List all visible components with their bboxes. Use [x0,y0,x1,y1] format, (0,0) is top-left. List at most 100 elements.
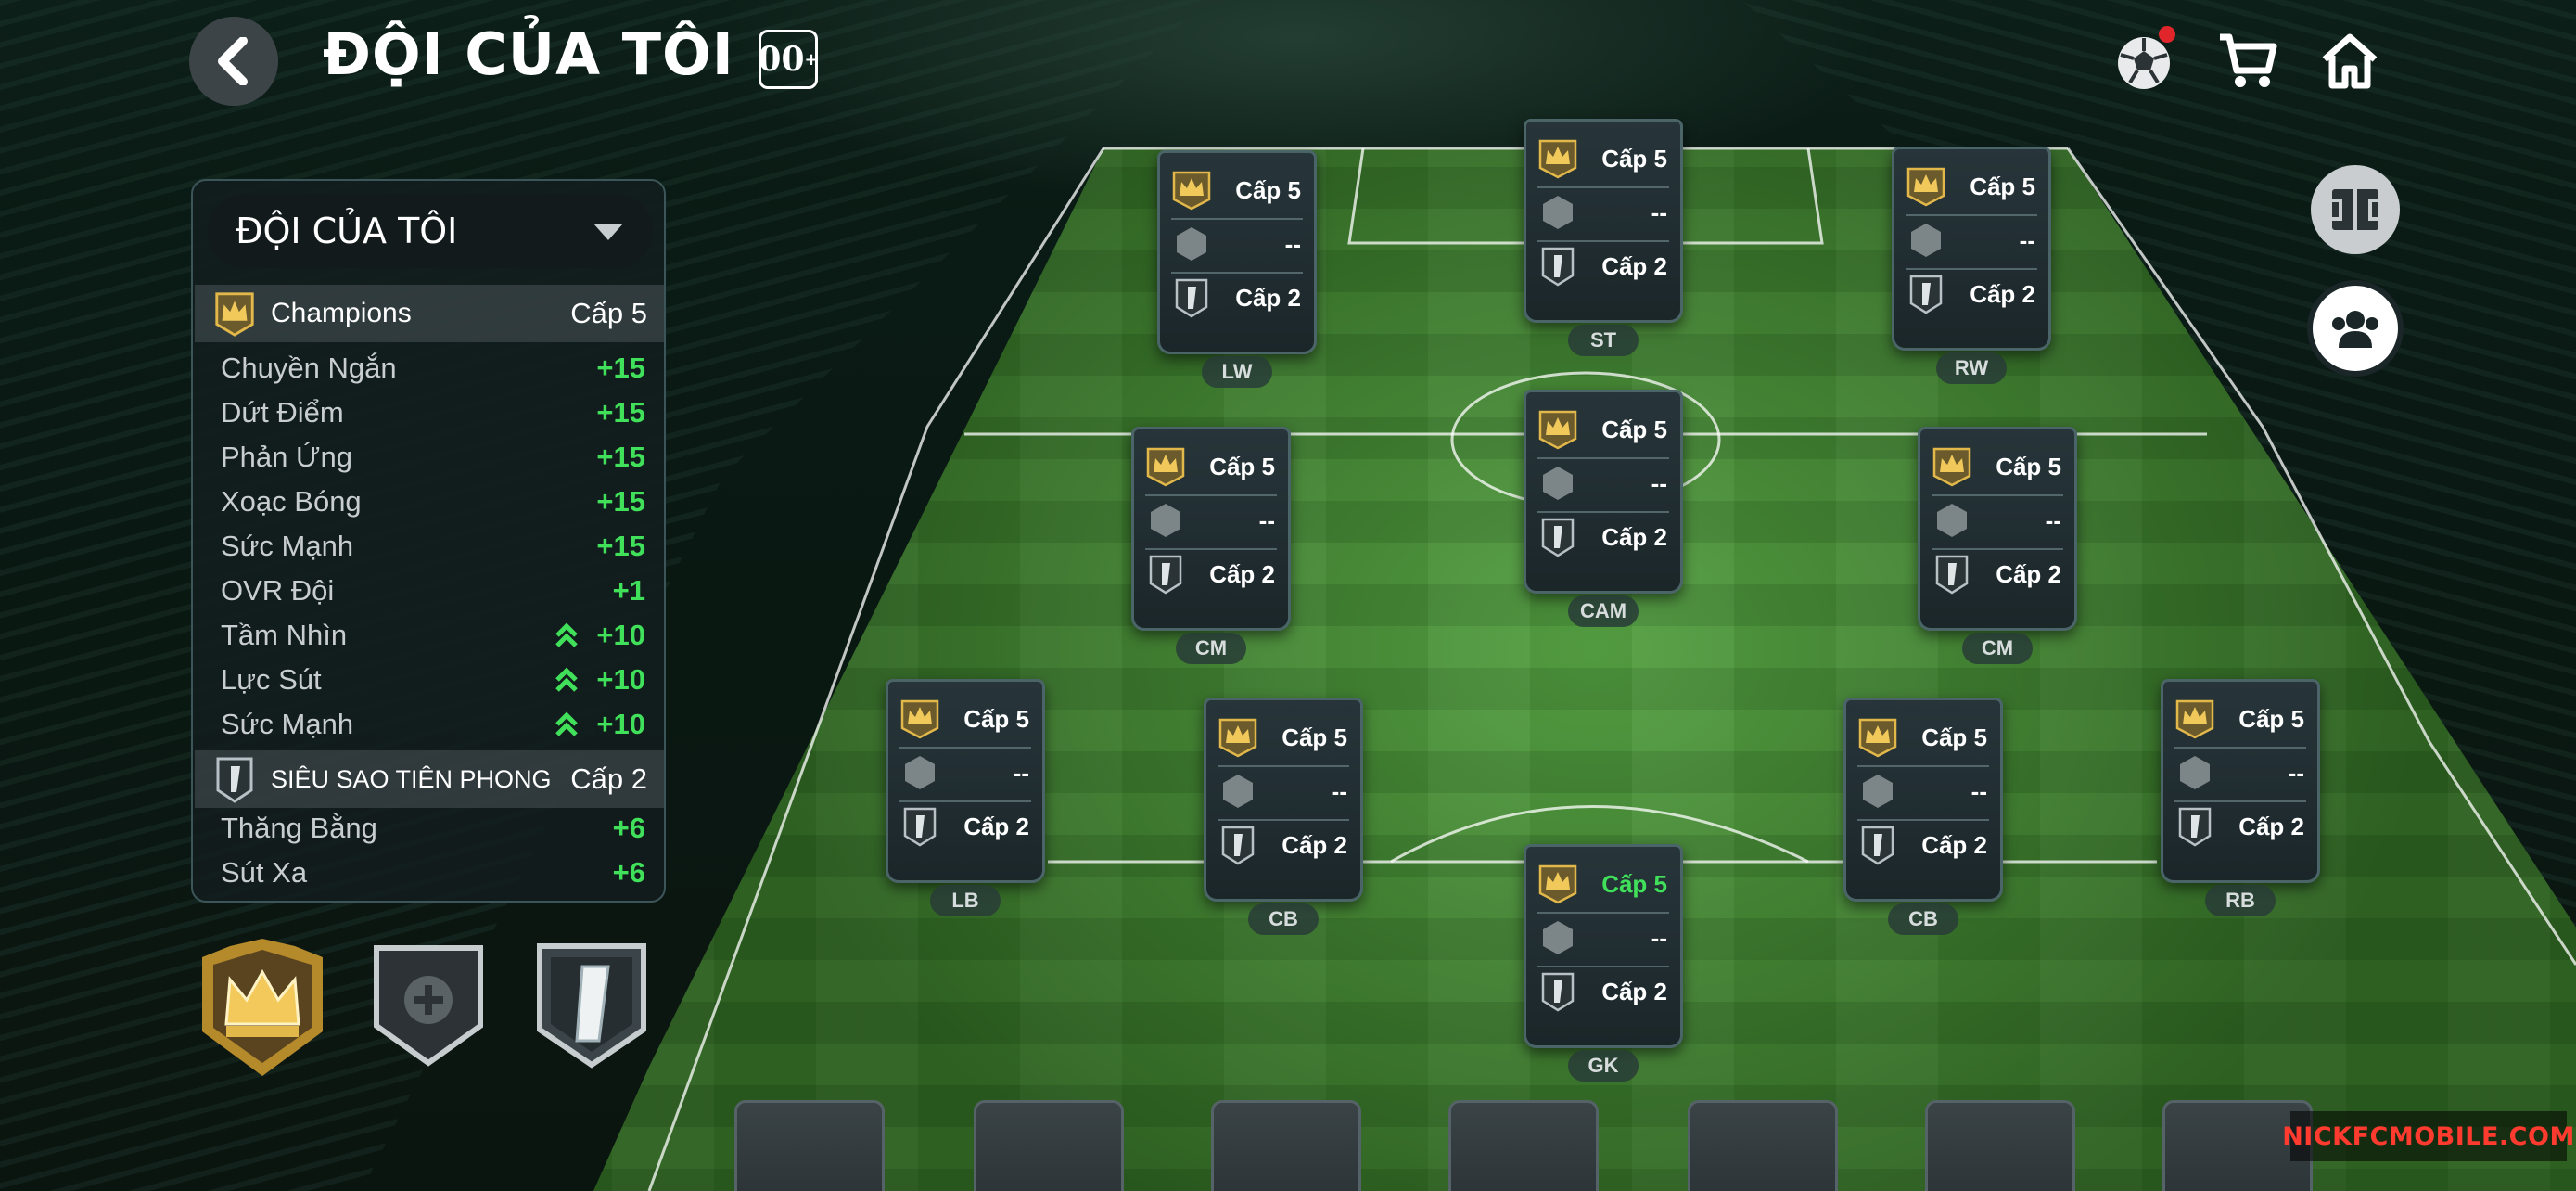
team-chemistry-panel: ĐỘI CỦA TÔI Champions Cấp 5 Chuyền Ngắn +… [191,179,666,903]
champions-crown-badge[interactable] [193,939,332,1082]
player-card-cm[interactable]: Cấp 5 -- Cấp 2 [1131,427,1291,631]
pioneer-icon [1857,825,1898,865]
crown-icon [1218,717,1258,758]
crown-icon [1537,864,1578,904]
player-card-rw[interactable]: Cấp 5 -- Cấp 2 [1892,147,2051,351]
pioneer-row: Cấp 2 [1526,511,1680,563]
chemistry-row: Cấp 5 [1920,441,2074,493]
empty-value: -- [1331,776,1347,805]
empty-value: -- [1651,198,1667,226]
chevron-left-icon [218,37,248,85]
empty-value: -- [1013,758,1029,787]
position-label: LB [930,885,1001,916]
position-label: ST [1568,325,1639,356]
home-button[interactable] [2313,24,2387,98]
chemistry-level: Cấp 5 [1601,144,1667,173]
empty-row: -- [1526,912,1680,964]
chemistry-level: Cấp 5 [1209,452,1275,480]
team-dropdown[interactable]: ĐỘI CỦA TÔI [208,194,653,268]
crown-icon [211,290,258,337]
formation-icon [2332,189,2378,230]
pioneer-icon [1171,277,1212,318]
chemistry-level: Cấp 5 [1970,172,2035,200]
team-group-icon [2332,311,2378,348]
bench-slot[interactable] [974,1100,1124,1191]
hexagon-icon [1537,463,1578,504]
pioneer-icon [1145,554,1186,595]
crown-icon [2174,698,2215,739]
pioneer-row: Cấp 2 [1134,548,1288,600]
pioneer-level: Cấp 2 [963,812,1029,840]
hexagon-icon [1932,500,1972,541]
player-card-lb[interactable]: Cấp 5 -- Cấp 2 [886,679,1045,883]
bench-slot[interactable] [1448,1100,1599,1191]
pioneer-icon [2174,806,2215,847]
chemistry-level: Cấp 5 [1601,415,1667,443]
position-label: CM [1962,633,2033,664]
bench-slot[interactable] [1925,1100,2075,1191]
stat-row: Sức Mạnh +15 [221,530,645,562]
chemistry-level: Cấp 5 [1996,452,2061,480]
empty-row: -- [1526,457,1680,509]
hexagon-icon [899,752,940,793]
stat-row: Lực Sút +10 [221,663,645,696]
hexagon-icon [1537,192,1578,233]
crown-icon [899,698,940,739]
player-card-lw[interactable]: Cấp 5 -- Cấp 2 [1157,150,1317,354]
stat-row: OVR Đội +1 [221,574,645,607]
position-label: LW [1202,356,1272,388]
pioneer-icon [1537,517,1578,557]
page-title: ĐỘI CỦA TÔI [323,20,734,88]
double-arrow-up-icon [555,667,578,692]
pioneer-icon [1218,825,1258,865]
player-card-cb[interactable]: Cấp 5 -- Cấp 2 [1843,698,2003,902]
chemistry-level: Cấp 5 [1921,723,1987,751]
chemistry-level: Cấp 5 [2238,704,2304,733]
crown-icon [1857,717,1898,758]
player-card-cm[interactable]: Cấp 5 -- Cấp 2 [1918,427,2077,631]
formation-button[interactable] [2311,165,2400,254]
chemistry-row: Cấp 5 [1160,164,1314,216]
crown-icon [1537,138,1578,179]
position-label: RB [2205,885,2276,916]
ball-button[interactable] [2107,24,2181,98]
section-champions[interactable]: Champions Cấp 5 [195,285,664,342]
bench-slot[interactable] [734,1100,885,1191]
chevron-down-icon [593,224,623,240]
pioneer-row: Cấp 2 [1846,819,2000,871]
crown-icon [1171,170,1212,211]
hexagon-icon [1537,917,1578,958]
add-badge-slot[interactable] [371,942,486,1073]
back-button[interactable] [189,17,278,106]
crown-icon [1537,409,1578,450]
team-group-button[interactable] [2307,280,2404,377]
stat-row: Sức Mạnh +10 [221,708,645,740]
stat-row: Phản Ứng +15 [221,441,645,473]
pioneer-level: Cấp 2 [1970,279,2035,308]
chemistry-row: Cấp 5 [888,693,1042,745]
pioneer-badge[interactable] [534,941,649,1075]
bench-slot[interactable] [1211,1100,1361,1191]
stat-row: Thăng Bằng +6 [221,812,645,844]
empty-row: -- [1134,494,1288,546]
crown-icon [1906,166,1946,207]
shop-button[interactable] [2211,24,2285,98]
crown-icon [1145,446,1186,487]
pioneer-row: Cấp 2 [2163,800,2317,852]
pioneer-level: Cấp 2 [1996,559,2061,588]
title-badge: 00 + [758,30,819,89]
stat-row: Dứt Điểm +15 [221,396,645,429]
bench-slot[interactable] [1688,1100,1838,1191]
player-card-gk[interactable]: Cấp 5 -- Cấp 2 [1524,844,1683,1048]
watermark-logo: NICKFCMOBILE.COM [2282,1111,2574,1161]
player-card-rb[interactable]: Cấp 5 -- Cấp 2 [2161,679,2320,883]
player-card-cb[interactable]: Cấp 5 -- Cấp 2 [1204,698,1363,902]
player-card-cam[interactable]: Cấp 5 -- Cấp 2 [1524,390,1683,594]
stat-row: Tầm Nhìn +10 [221,619,645,651]
pioneer-level: Cấp 2 [1601,522,1667,551]
empty-row: -- [2163,747,2317,799]
player-card-st[interactable]: Cấp 5 -- Cấp 2 [1524,119,1683,323]
section-pioneer[interactable]: SIÊU SAO TIÊN PHONG Cấp 2 [195,750,664,808]
pioneer-level: Cấp 2 [1282,830,1347,859]
empty-value: -- [1970,776,1987,805]
